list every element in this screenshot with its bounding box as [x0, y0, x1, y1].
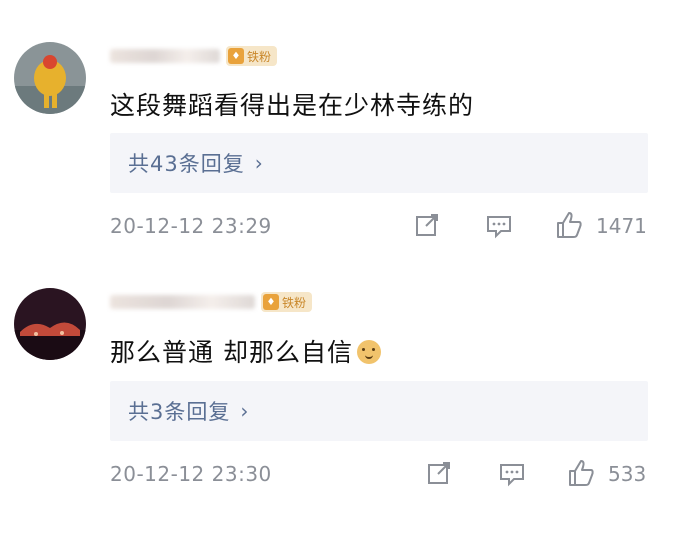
view-replies-button[interactable]: 共43条回复 ›	[110, 133, 648, 193]
reply-count-label: 共3条回复	[128, 400, 231, 424]
comment-icon[interactable]	[497, 458, 527, 488]
fan-badge: ♦ 铁粉	[261, 292, 313, 312]
timestamp: 20-12-12 23:30	[110, 462, 272, 486]
avatar-image	[14, 42, 86, 114]
comment-text: 这段舞蹈看得出是在少林寺练的	[110, 91, 475, 120]
thumbs-up-icon[interactable]	[554, 210, 584, 240]
like-count: 1471	[596, 214, 647, 238]
chevron-right-icon: ›	[240, 399, 249, 423]
avatar[interactable]	[14, 42, 86, 114]
fan-badge-icon: ♦	[263, 294, 279, 310]
timestamp: 20-12-12 23:29	[110, 214, 272, 238]
share-icon[interactable]	[424, 458, 454, 488]
username-blurred[interactable]	[110, 49, 220, 63]
fan-badge-label: 铁粉	[282, 295, 307, 310]
username-row[interactable]: ♦ 铁粉	[110, 44, 278, 68]
comment-text-body: 那么普通 却那么自信	[110, 338, 353, 367]
avatar-image	[14, 288, 86, 360]
doge-emoji	[356, 340, 381, 364]
fan-badge-icon: ♦	[228, 48, 244, 64]
comment-meta: 20-12-12 23:29 1471	[110, 208, 647, 244]
share-icon[interactable]	[412, 210, 442, 240]
comment-meta: 20-12-12 23:30 533	[110, 456, 646, 492]
avatar[interactable]	[14, 288, 86, 360]
fan-badge-label: 铁粉	[247, 49, 272, 64]
reply-count-label: 共43条回复	[128, 152, 245, 176]
fan-badge: ♦ 铁粉	[226, 46, 278, 66]
like-count: 533	[608, 462, 647, 486]
username-row[interactable]: ♦ 铁粉	[110, 290, 313, 314]
view-replies-button[interactable]: 共3条回复 ›	[110, 381, 648, 441]
username-blurred[interactable]	[110, 295, 255, 309]
thumbs-up-icon[interactable]	[566, 458, 596, 488]
chevron-right-icon: ›	[254, 151, 263, 175]
comment-text: 那么普通 却那么自信	[110, 333, 381, 369]
comment-icon[interactable]	[484, 210, 514, 240]
